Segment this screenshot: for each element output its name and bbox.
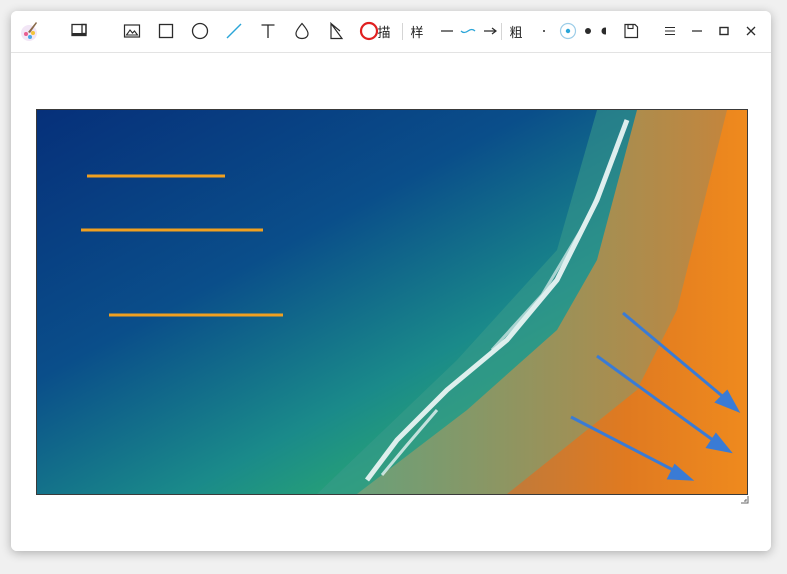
thickness-xlarge-icon[interactable]: [595, 19, 607, 43]
line-style-wave-icon[interactable]: [456, 19, 480, 43]
resize-handle-icon[interactable]: [740, 490, 750, 504]
circle-icon[interactable]: [188, 19, 212, 43]
style-label: 样: [410, 25, 424, 41]
menu-icon[interactable]: [658, 19, 682, 43]
toolbar-divider: [402, 23, 403, 40]
toolbar: 描 样 粗: [11, 11, 771, 53]
maximize-icon[interactable]: [712, 19, 736, 43]
paint-brush-app-icon: [17, 19, 41, 43]
editor-window: 描 样 粗: [11, 11, 771, 551]
rectangle-icon[interactable]: [154, 19, 178, 43]
drop-icon[interactable]: [290, 19, 314, 43]
thickness-label: 粗: [509, 25, 523, 41]
edited-image[interactable]: [36, 109, 748, 495]
canvas-area[interactable]: [11, 53, 771, 551]
line-icon[interactable]: [222, 19, 246, 43]
image-icon[interactable]: [120, 19, 144, 43]
text-icon[interactable]: [256, 19, 280, 43]
stroke-label[interactable]: 描: [375, 19, 393, 43]
save-icon[interactable]: [619, 19, 643, 43]
toolbar-divider: [501, 23, 502, 40]
polygon-icon[interactable]: [324, 19, 348, 43]
close-icon[interactable]: [739, 19, 763, 43]
line-style-arrow-icon[interactable]: [478, 19, 502, 43]
thickness-small-icon[interactable]: [532, 19, 556, 43]
beach-aerial-photo: [37, 110, 747, 494]
window-capture-icon[interactable]: [67, 19, 91, 43]
minimize-icon[interactable]: [685, 19, 709, 43]
